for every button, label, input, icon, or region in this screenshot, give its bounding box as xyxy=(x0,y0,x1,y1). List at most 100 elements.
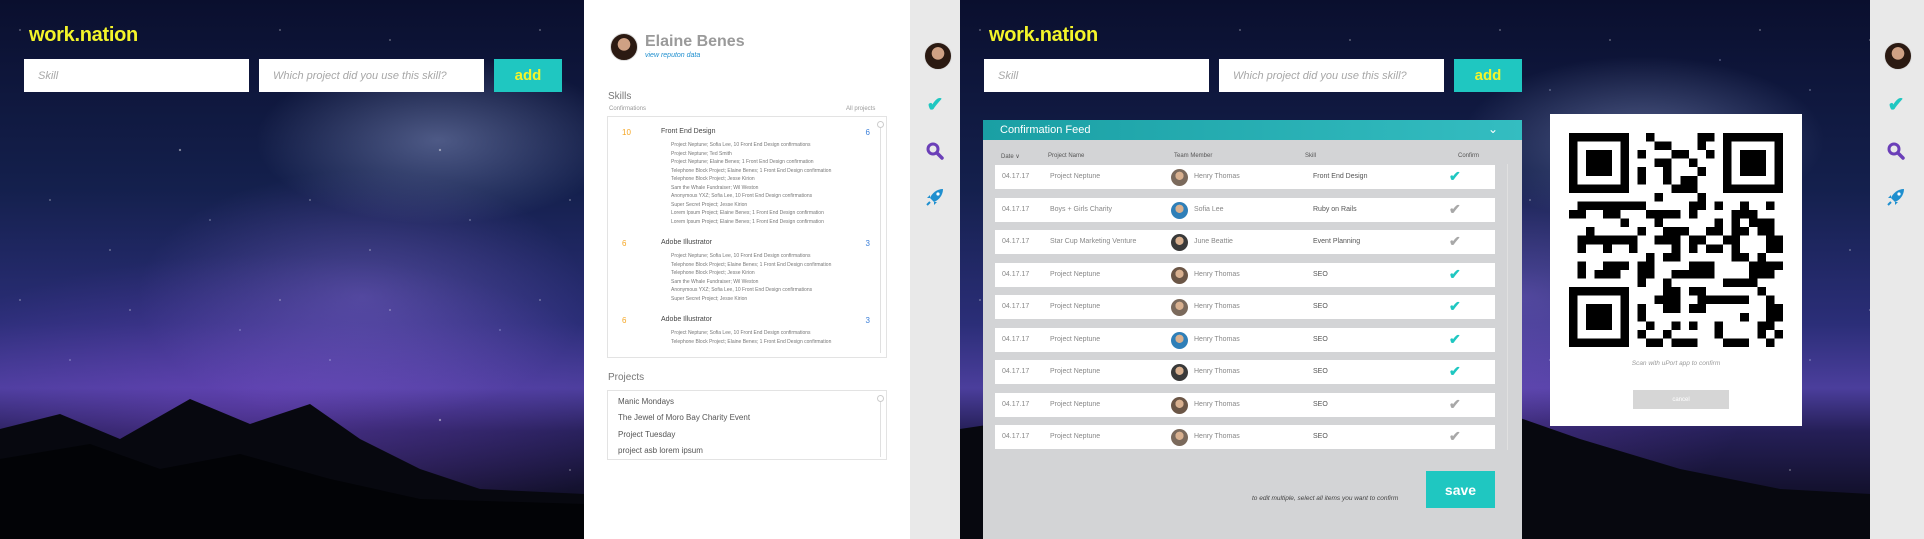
chevron-down-icon[interactable]: ⌄ xyxy=(1488,122,1498,136)
profile-name: Elaine Benes xyxy=(645,33,745,50)
row-member: Henry Thomas xyxy=(1194,303,1240,310)
side-nav xyxy=(1870,0,1924,539)
row-project: Project Neptune xyxy=(1050,368,1101,375)
feed-header[interactable]: Confirmation Feed ⌄ xyxy=(983,120,1522,140)
row-skill: Event Planning xyxy=(1313,238,1361,245)
skill-confirmation-count: 6 xyxy=(622,239,627,248)
table-row[interactable]: 04.17.17 Star Cup Marketing Venture June B… xyxy=(995,230,1495,254)
confirm-check-icon[interactable]: ✔ xyxy=(1449,363,1461,380)
row-skill: SEO xyxy=(1313,335,1328,343)
add-button[interactable]: add xyxy=(494,59,562,92)
member-avatar xyxy=(1171,299,1188,316)
table-row[interactable]: 04.17.17 Project Neptune Henry Thomas SEO ✔ xyxy=(995,392,1495,417)
multi-edit-hint: to edit multiple, select all items you w… xyxy=(1252,495,1399,502)
skill-input[interactable] xyxy=(984,59,1209,92)
qr-code xyxy=(1569,133,1783,347)
row-project: Star Cup Marketing Venture xyxy=(1050,238,1137,245)
cancel-button[interactable]: cancel xyxy=(1633,390,1729,409)
row-project: Project Neptune xyxy=(1050,270,1101,278)
skills-title: Skills xyxy=(608,91,632,102)
project-item[interactable]: Manic Mondays xyxy=(618,397,674,406)
confirm-check-icon[interactable]: ✔ xyxy=(1449,428,1461,445)
row-skill: Front End Design xyxy=(1313,173,1368,180)
table-row[interactable]: 04.17.17 Project Neptune Henry Thomas SEO ✔ xyxy=(995,262,1495,287)
save-button[interactable]: save xyxy=(1426,471,1495,508)
row-date: 04.17.17 xyxy=(1002,238,1030,245)
search-icon[interactable] xyxy=(1885,140,1907,162)
skill-confirmation-count: 10 xyxy=(622,128,631,137)
confirm-check-icon[interactable]: ✔ xyxy=(1449,233,1461,250)
confirmations-label: Confirmations xyxy=(609,106,647,112)
row-skill: SEO xyxy=(1313,270,1328,278)
row-project: Project Neptune xyxy=(1050,335,1101,343)
skill-input[interactable] xyxy=(24,59,249,92)
skill-name: Front End Design xyxy=(661,128,716,135)
row-member: Henry Thomas xyxy=(1194,368,1240,375)
profile-avatar xyxy=(610,33,638,61)
add-button[interactable]: add xyxy=(1454,59,1522,92)
column-header-date[interactable]: Date ∨ xyxy=(1001,153,1020,160)
confirm-check-icon[interactable]: ✔ xyxy=(1449,201,1461,218)
skill-project-count: 3 xyxy=(865,239,870,248)
table-row[interactable]: 04.17.17 Project Neptune Henry Thomas SEO ✔ xyxy=(995,425,1495,449)
logo[interactable]: work.nation xyxy=(989,24,1098,47)
row-project: Project Neptune xyxy=(1050,400,1101,408)
member-avatar xyxy=(1171,266,1188,284)
project-item[interactable]: The Jewel of Moro Bay Charity Event xyxy=(618,413,750,422)
row-member: Henry Thomas xyxy=(1194,433,1240,440)
projects-scroll-handle[interactable] xyxy=(877,395,884,402)
table-row[interactable]: 04.17.17 Project Neptune Henry Thomas Front… xyxy=(995,165,1495,189)
all-projects-label: All projects xyxy=(846,106,876,112)
check-icon[interactable]: ✔ xyxy=(924,93,946,116)
avatar-icon[interactable] xyxy=(1884,42,1912,70)
row-date: 04.17.17 xyxy=(1002,205,1030,213)
skills-scrollbar[interactable] xyxy=(880,121,883,353)
row-project: Project Neptune xyxy=(1050,173,1101,180)
side-nav xyxy=(910,0,960,539)
row-skill: SEO xyxy=(1313,400,1328,408)
projects-title: Projects xyxy=(608,372,645,383)
row-member: June Beattie xyxy=(1194,238,1233,245)
member-avatar xyxy=(1171,201,1188,219)
logo[interactable]: work.nation xyxy=(29,24,138,47)
table-row[interactable]: 04.17.17 Boys + Girls Charity Sofia Lee Rub… xyxy=(995,197,1495,222)
row-member: Henry Thomas xyxy=(1194,400,1240,408)
row-member: Henry Thomas xyxy=(1194,173,1240,180)
projects-scrollbar[interactable] xyxy=(880,395,883,457)
table-row[interactable]: 04.17.17 Project Neptune Henry Thomas SEO ✔ xyxy=(995,360,1495,384)
project-item[interactable]: project asb lorem ipsum xyxy=(618,446,703,455)
row-date: 04.17.17 xyxy=(1002,400,1030,408)
member-avatar xyxy=(1171,396,1188,414)
row-project: Project Neptune xyxy=(1050,303,1101,310)
row-skill: SEO xyxy=(1313,368,1328,375)
project-input[interactable] xyxy=(1219,59,1444,92)
check-icon[interactable]: ✔ xyxy=(1885,93,1907,116)
confirm-check-icon[interactable]: ✔ xyxy=(1449,266,1461,283)
confirm-check-icon[interactable]: ✔ xyxy=(1449,331,1461,348)
table-row[interactable]: 04.17.17 Project Neptune Henry Thomas SEO ✔ xyxy=(995,295,1495,319)
row-member: Sofia Lee xyxy=(1194,205,1224,213)
qr-caption: Scan with uPort app to confirm xyxy=(1631,360,1721,367)
skill-confirmation-list: Project Neptune; Sofia Lee, 10 Front End… xyxy=(671,142,832,225)
row-project: Project Neptune xyxy=(1050,433,1101,440)
rocket-icon[interactable] xyxy=(924,186,946,208)
confirm-check-icon[interactable]: ✔ xyxy=(1449,168,1461,185)
row-skill: SEO xyxy=(1313,433,1328,440)
confirm-check-icon[interactable]: ✔ xyxy=(1449,396,1461,413)
reputation-link[interactable]: view reputon data xyxy=(645,52,700,59)
row-skill: Ruby on Rails xyxy=(1313,205,1357,213)
skill-name: Adobe Illustrator xyxy=(661,316,712,323)
feed-title: Confirmation Feed xyxy=(1000,124,1091,136)
project-item[interactable]: Project Tuesday xyxy=(618,430,675,439)
search-icon[interactable] xyxy=(924,140,946,162)
row-date: 04.17.17 xyxy=(1002,303,1030,310)
confirm-check-icon[interactable]: ✔ xyxy=(1449,298,1461,315)
skills-scroll-handle[interactable] xyxy=(877,121,884,128)
rocket-icon[interactable] xyxy=(1885,186,1907,208)
row-date: 04.17.17 xyxy=(1002,335,1030,343)
table-row[interactable]: 04.17.17 Project Neptune Henry Thomas SEO ✔ xyxy=(995,327,1495,352)
feed-scrollbar[interactable] xyxy=(1507,164,1510,450)
avatar-icon[interactable] xyxy=(924,42,952,70)
project-input[interactable] xyxy=(259,59,484,92)
row-date: 04.17.17 xyxy=(1002,173,1030,180)
